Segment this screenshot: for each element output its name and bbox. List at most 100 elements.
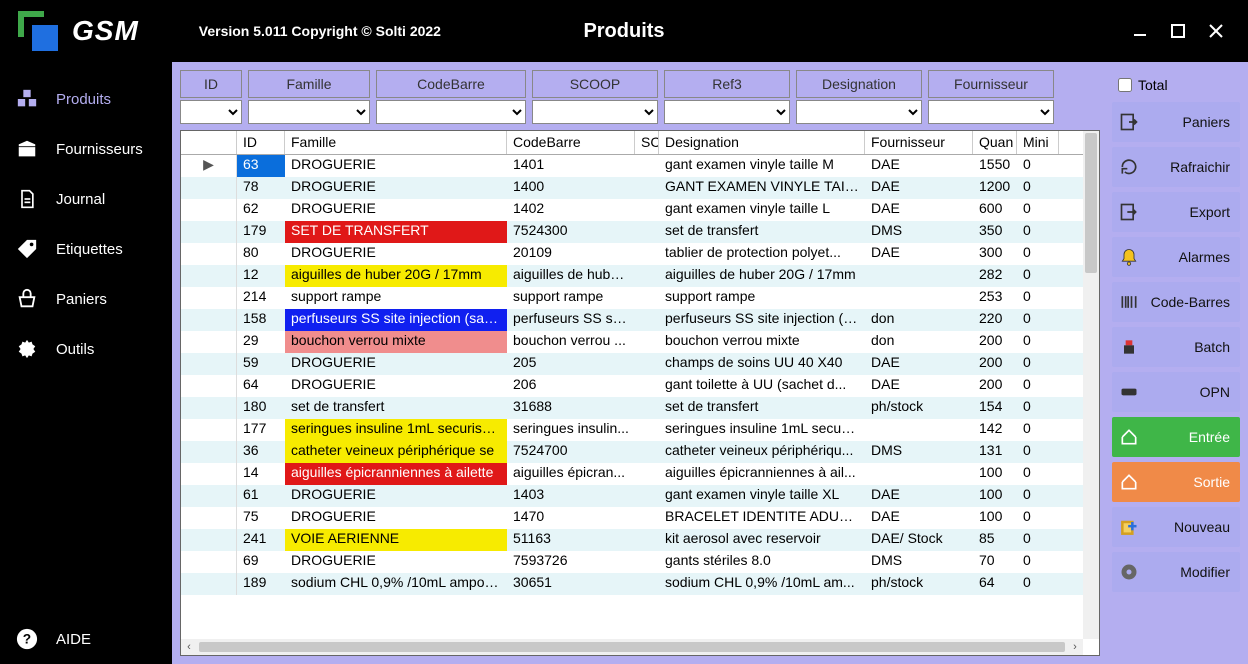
table-row[interactable]: ▶63DROGUERIE1401gant examen vinyle taill… (181, 155, 1083, 177)
minimize-button[interactable] (1130, 21, 1150, 41)
table-row[interactable]: 177seringues insuline 1mL securiséesseri… (181, 419, 1083, 441)
main-area: IDFamilleCodeBarreSCOOPRef3DesignationFo… (172, 62, 1108, 664)
gear-icon (16, 338, 38, 360)
table-row[interactable]: 214support rampesupport rampesupport ram… (181, 287, 1083, 309)
sidebar-item-paniers[interactable]: Paniers (0, 274, 172, 324)
col-header-ind[interactable] (181, 131, 237, 154)
filter-select-id[interactable] (180, 100, 242, 124)
action-entrée[interactable]: Entrée (1112, 417, 1240, 457)
filter-select-fr[interactable] (928, 100, 1054, 124)
cell-qt: 600 (973, 199, 1017, 221)
cell-dg: tablier de protection polyet... (659, 243, 865, 265)
action-paniers[interactable]: Paniers (1112, 102, 1240, 142)
table-body[interactable]: ▶63DROGUERIE1401gant examen vinyle taill… (181, 155, 1083, 639)
sidebar-item-produits[interactable]: Produits (0, 74, 172, 124)
sidebar-item-outils[interactable]: Outils (0, 324, 172, 374)
table-row[interactable]: 75DROGUERIE1470BRACELET IDENTITE ADULTED… (181, 507, 1083, 529)
table-row[interactable]: 29bouchon verrou mixtebouchon verrou ...… (181, 331, 1083, 353)
cell-dg: gant examen vinyle taille M (659, 155, 865, 177)
cell-ind (181, 463, 237, 485)
col-header-fr[interactable]: Fournisseur (865, 131, 973, 154)
svg-text:?: ? (23, 632, 31, 647)
cell-fr (865, 463, 973, 485)
cell-dg: seringues insuline 1mL securis... (659, 419, 865, 441)
table-row[interactable]: 80DROGUERIE20109tablier de protection po… (181, 243, 1083, 265)
cell-mn: 0 (1017, 397, 1059, 419)
table-row[interactable]: 12aiguilles de huber 20G / 17mmaiguilles… (181, 265, 1083, 287)
table-row[interactable]: 14aiguilles épicranniennes à ailetteaigu… (181, 463, 1083, 485)
table-row[interactable]: 189sodium CHL 0,9% /10mL ampoule30651sod… (181, 573, 1083, 595)
filter-header-cb: CodeBarre (376, 70, 526, 98)
cell-ind (181, 397, 237, 419)
table-row[interactable]: 62DROGUERIE1402gant examen vinyle taille… (181, 199, 1083, 221)
cell-dg: support rampe (659, 287, 865, 309)
plus-icon (1112, 517, 1146, 537)
titlebar: GSM Version 5.011 Copyright © Solti 2022… (0, 0, 1248, 62)
cell-cb: 205 (507, 353, 635, 375)
table-row[interactable]: 59DROGUERIE205champs de soins UU 40 X40D… (181, 353, 1083, 375)
cell-sc (635, 507, 659, 529)
col-header-mn[interactable]: Mini (1017, 131, 1059, 154)
close-button[interactable] (1206, 21, 1226, 41)
cell-id: 36 (237, 441, 285, 463)
action-batch[interactable]: Batch (1112, 327, 1240, 367)
table-row[interactable]: 158perfuseurs SS site injection (sachepe… (181, 309, 1083, 331)
table-row[interactable]: 180set de transfert31688set de transfert… (181, 397, 1083, 419)
action-modifier[interactable]: Modifier (1112, 552, 1240, 592)
cell-fam: DROGUERIE (285, 199, 507, 221)
cell-mn: 0 (1017, 485, 1059, 507)
cell-id: 78 (237, 177, 285, 199)
sidebar-item-etiquettes[interactable]: Etiquettes (0, 224, 172, 274)
action-export[interactable]: Export (1112, 192, 1240, 232)
filter-select-cb[interactable] (376, 100, 526, 124)
cell-id: 80 (237, 243, 285, 265)
sidebar-item-help[interactable]: ?AIDE (0, 614, 172, 664)
col-header-sc[interactable]: SC (635, 131, 659, 154)
sidebar-item-journal[interactable]: Journal (0, 174, 172, 224)
filter-select-r3[interactable] (664, 100, 790, 124)
col-header-cb[interactable]: CodeBarre (507, 131, 635, 154)
cell-dg: gant toilette à UU (sachet d... (659, 375, 865, 397)
action-sortie[interactable]: Sortie (1112, 462, 1240, 502)
vertical-scrollbar[interactable] (1083, 131, 1099, 639)
cell-cb: 1402 (507, 199, 635, 221)
action-code-barres[interactable]: Code-Barres (1112, 282, 1240, 322)
cell-fr: DMS (865, 441, 973, 463)
col-header-qt[interactable]: Quan (973, 131, 1017, 154)
total-checkbox[interactable] (1118, 78, 1132, 92)
table-row[interactable]: 64DROGUERIE206gant toilette à UU (sachet… (181, 375, 1083, 397)
sidebar-item-fournisseurs[interactable]: Fournisseurs (0, 124, 172, 174)
cell-sc (635, 485, 659, 507)
col-header-fam[interactable]: Famille (285, 131, 507, 154)
horizontal-scrollbar[interactable]: ‹› (181, 639, 1083, 655)
filter-header-fr: Fournisseur (928, 70, 1054, 98)
cell-sc (635, 397, 659, 419)
cell-dg: BRACELET IDENTITE ADULTE (659, 507, 865, 529)
col-header-dg[interactable]: Designation (659, 131, 865, 154)
cell-sc (635, 199, 659, 221)
cell-mn: 0 (1017, 287, 1059, 309)
data-table: IDFamilleCodeBarreSCDesignationFournisse… (180, 130, 1100, 656)
action-rafraichir[interactable]: Rafraichir (1112, 147, 1240, 187)
cell-ind (181, 331, 237, 353)
table-row[interactable]: 78DROGUERIE1400GANT EXAMEN VINYLE TAILLE… (181, 177, 1083, 199)
total-checkbox-row[interactable]: Total (1112, 72, 1240, 98)
table-row[interactable]: 69DROGUERIE7593726gants stériles 8.0DMS7… (181, 551, 1083, 573)
maximize-button[interactable] (1168, 21, 1188, 41)
action-opn[interactable]: OPN (1112, 372, 1240, 412)
filter-select-sc[interactable] (532, 100, 658, 124)
table-row[interactable]: 61DROGUERIE1403gant examen vinyle taille… (181, 485, 1083, 507)
cell-mn: 0 (1017, 331, 1059, 353)
cell-mn: 0 (1017, 221, 1059, 243)
action-nouveau[interactable]: Nouveau (1112, 507, 1240, 547)
table-row[interactable]: 36catheter veineux périphérique se752470… (181, 441, 1083, 463)
cell-cb: seringues insulin... (507, 419, 635, 441)
cell-qt: 350 (973, 221, 1017, 243)
cell-sc (635, 309, 659, 331)
filter-select-fam[interactable] (248, 100, 370, 124)
action-alarmes[interactable]: Alarmes (1112, 237, 1240, 277)
table-row[interactable]: 241VOIE AERIENNE51163kit aerosol avec re… (181, 529, 1083, 551)
filter-select-dg[interactable] (796, 100, 922, 124)
col-header-id[interactable]: ID (237, 131, 285, 154)
table-row[interactable]: 179SET DE TRANSFERT7524300set de transfe… (181, 221, 1083, 243)
